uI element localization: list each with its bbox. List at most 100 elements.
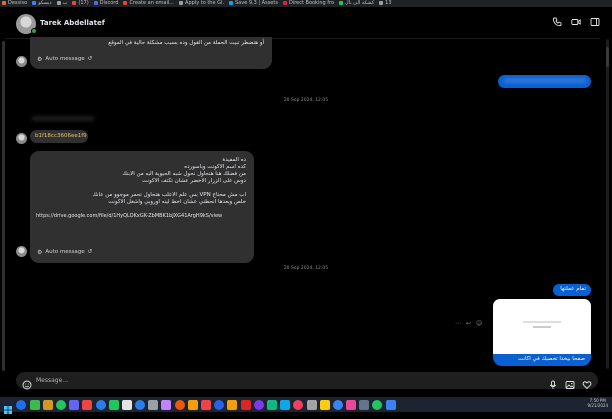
message-line — [36, 185, 248, 192]
taskbar-app-icon[interactable] — [174, 399, 185, 410]
windows-start-icon[interactable] — [3, 400, 13, 414]
image-attachment[interactable] — [493, 299, 591, 354]
image-icon[interactable] — [565, 375, 575, 394]
auto-message-label: Auto message — [45, 56, 85, 62]
outgoing-message-bubble[interactable]: xxxxxxxxxxxxxxxxxxxxxxxxxxxxxxxxxxx — [498, 75, 591, 88]
taskbar-app-icon[interactable] — [69, 399, 80, 410]
taskbar-app-icon[interactable] — [108, 399, 119, 410]
taskbar-app-icon[interactable] — [372, 399, 383, 410]
sender-avatar[interactable] — [16, 133, 27, 144]
taskbar-app-icon[interactable] — [187, 399, 198, 410]
react-emoji-icon[interactable]: ☺ — [476, 320, 482, 327]
browser-tab[interactable]: Apply to the Gi. — [177, 0, 227, 7]
left-scrollbar[interactable] — [2, 41, 5, 371]
taskbar-app-icon[interactable] — [253, 399, 264, 410]
message-input[interactable] — [36, 374, 436, 387]
browser-tab[interactable]: Save 9,3 | Assets — [227, 0, 281, 7]
tab-favicon-icon — [179, 0, 184, 5]
taskbar-app-icon[interactable] — [148, 399, 159, 410]
taskbar-app-icon[interactable] — [95, 399, 106, 410]
taskbar-app-icon[interactable] — [29, 399, 40, 410]
outgoing-message-bubble[interactable]: صفحا بيخدا تخصبك في اكانت — [493, 354, 591, 366]
tab-favicon-icon — [282, 0, 287, 5]
sender-avatar[interactable] — [16, 56, 27, 67]
message-timestamp: 20 Sep 2024, 12:05 — [283, 266, 329, 271]
taskbar-app-icon[interactable] — [280, 399, 291, 410]
taskbar-app-icon[interactable] — [293, 399, 304, 410]
taskbar-app-icon[interactable] — [55, 399, 66, 410]
message-line: خلص وبعدها انحطني عشان اخط لينه اوروبي و… — [108, 199, 246, 205]
tab-favicon-icon — [32, 0, 37, 5]
microphone-icon[interactable] — [548, 375, 558, 394]
browser-tab-strip: Dessiso دیسکو ب ‏(17) Discord Create an email… — [0, 0, 612, 7]
taskbar-app-icon[interactable] — [266, 399, 277, 410]
right-scrollbar-thumb[interactable] — [606, 47, 609, 67]
taskbar-app-icon[interactable] — [121, 399, 132, 410]
emoji-icon[interactable] — [22, 375, 32, 390]
tab-favicon-icon — [229, 0, 233, 5]
tab-label: Create an email... — [129, 0, 175, 6]
long-message-body: ده المفيدة كده اسم الاكونت وباسورده من فضل… — [36, 157, 248, 220]
code-text: b1f18cc3606ee1f9 — [35, 133, 87, 139]
message-actions: ⋯ ↩ ☺ — [455, 320, 482, 327]
info-icon[interactable] — [590, 17, 600, 27]
taskbar-app-icon[interactable] — [240, 399, 251, 410]
tab-favicon-icon — [72, 0, 77, 5]
taskbar-app-icon[interactable] — [135, 399, 146, 410]
message-link[interactable]: https://drive.google.com/file/d/1HyQLOKx… — [36, 213, 248, 220]
taskbar-app-icon[interactable] — [359, 399, 370, 410]
browser-tab[interactable]: 13 — [377, 0, 394, 7]
tab-label: Save 9,3 | Assets — [235, 0, 278, 6]
message-line — [36, 206, 248, 213]
more-options-icon[interactable]: ⋯ — [455, 320, 461, 327]
tab-label: ‏(17) — [78, 0, 89, 6]
outgoing-message-bubble[interactable]: تمام عملتها — [553, 284, 591, 296]
auto-reply-icon: ↺ — [87, 56, 93, 62]
taskbar-app-icon[interactable] — [82, 399, 93, 410]
message-text: أو هتضطر تبيت الحملة من القول وده بسبب م… — [108, 40, 264, 46]
video-call-icon[interactable] — [571, 17, 581, 27]
contact-name[interactable]: Tarek Abdellatef — [40, 19, 105, 27]
sender-avatar[interactable] — [16, 246, 27, 257]
taskbar-app-icon[interactable] — [319, 399, 330, 410]
taskbar-app-icon[interactable] — [42, 399, 53, 410]
browser-tab[interactable]: Create an email... — [121, 0, 177, 7]
system-clock[interactable]: 7:50 PM 9/21/2024 — [587, 398, 608, 408]
incoming-message-bubble[interactable]: أو هتضطر تبيت الحملة من القول وده بسبب م… — [30, 37, 272, 69]
message-text: صفحا بيخدا تخصبك في اكانت — [518, 356, 585, 362]
tab-label: ب — [62, 0, 68, 6]
robot-icon: ⚙ — [37, 249, 43, 256]
browser-tab[interactable]: ‏(17) — [70, 0, 91, 7]
taskbar-app-icon[interactable] — [385, 399, 396, 410]
message-text: تمام عملتها — [560, 286, 586, 292]
browser-tab[interactable]: كشكة الى نال — [337, 0, 377, 7]
taskbar-app-icon[interactable] — [306, 399, 317, 410]
browser-tab[interactable]: دیسکو — [30, 0, 54, 7]
taskbar-app-icon[interactable] — [332, 399, 343, 410]
code-message-bubble[interactable]: b1f18cc3606ee1f9 — [30, 130, 88, 143]
message-timestamp: 20 Sep 2024, 12:05 — [283, 98, 329, 103]
clock-date: 9/21/2024 — [587, 403, 608, 408]
phone-call-icon[interactable] — [552, 17, 562, 27]
browser-tab[interactable]: Dessiso — [0, 0, 30, 7]
browser-tab[interactable]: Direct Booking fro — [281, 0, 337, 7]
blurred-label: xxxxxxxxxxxxxxxxxxx — [32, 116, 94, 122]
right-scrollbar-track[interactable] — [606, 39, 609, 369]
reply-icon[interactable]: ↩ — [466, 320, 471, 327]
browser-tab[interactable]: Discord — [92, 0, 122, 7]
tab-label: Direct Booking fro — [288, 0, 335, 6]
taskbar-app-icon[interactable] — [201, 399, 211, 410]
taskbar-app-icon[interactable] — [16, 399, 27, 410]
taskbar-app-icon[interactable] — [161, 399, 172, 410]
tab-label: كشكة الى نال — [345, 0, 375, 6]
auto-reply-icon: ↺ — [87, 249, 93, 255]
long-incoming-message-bubble[interactable]: ده المفيدة كده اسم الاكونت وباسورده من فضل… — [30, 151, 254, 263]
heart-icon[interactable] — [582, 375, 592, 394]
tab-favicon-icon — [93, 0, 98, 5]
taskbar-app-icon[interactable] — [227, 399, 238, 410]
message-line: كده اسم الاكونت وباسورده — [184, 164, 246, 170]
taskbar-app-icon[interactable] — [346, 399, 357, 410]
taskbar-app-icon[interactable] — [214, 399, 225, 410]
auto-message-label: Auto message — [45, 249, 85, 255]
browser-tab[interactable]: ب — [55, 0, 71, 7]
